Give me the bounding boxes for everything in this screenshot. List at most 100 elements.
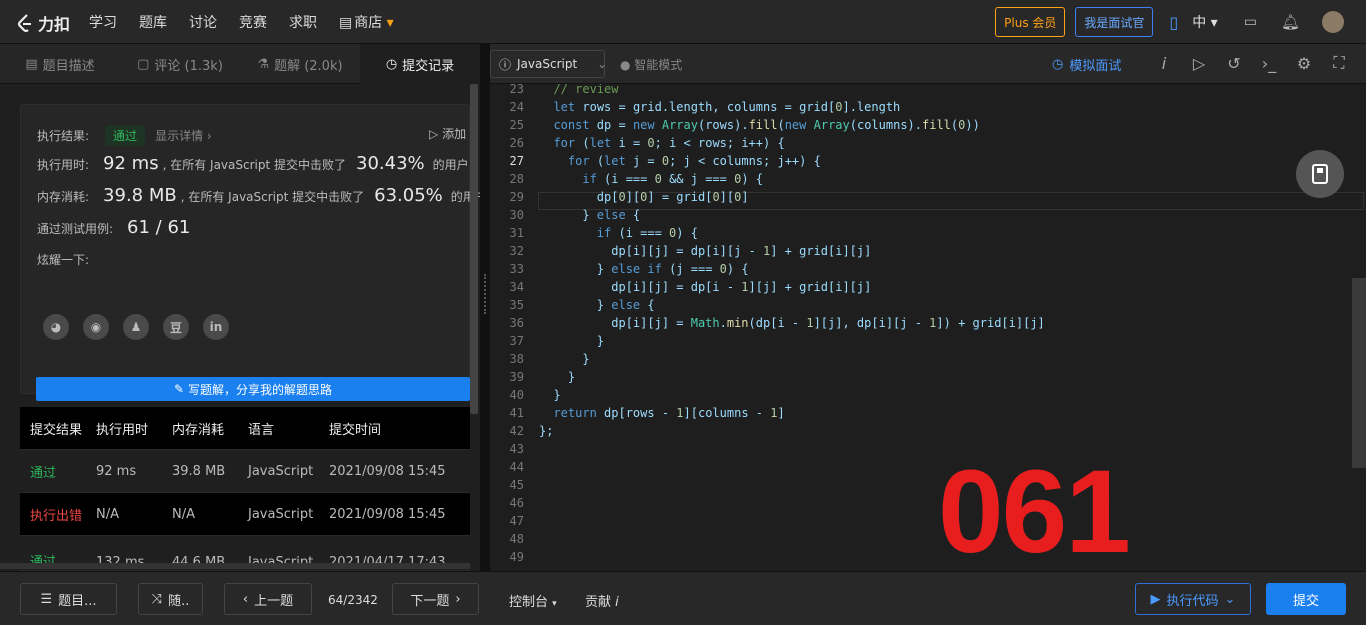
code-line[interactable]: 30 } else { <box>490 206 1366 224</box>
code-line[interactable]: 24 let rows = grid.length, columns = gri… <box>490 98 1366 116</box>
share-label: 炫耀一下: <box>37 253 90 267</box>
left-panel: ▤ 题目描述 ▢ 评论 (1.3k) ⚗ 题解 (2.0k) ◷ 提交记录 执行结果: … <box>0 44 487 571</box>
logo-text: 力扣 <box>38 15 71 34</box>
code-line[interactable]: 35 } else { <box>490 296 1366 314</box>
code-line[interactable]: 36 dp[i][j] = Math.min(dp[i - 1][j], dp[… <box>490 314 1366 332</box>
language-switch[interactable]: 中 ▾ <box>1192 12 1217 32</box>
smart-mode-toggle[interactable]: ● 智能模式 <box>620 56 682 73</box>
code-line[interactable]: 48 <box>490 530 1366 548</box>
overlay-number: 061 <box>938 446 1131 571</box>
code-line[interactable]: 49 <box>490 548 1366 566</box>
code-line[interactable]: 42}; <box>490 422 1366 440</box>
line-code: }; <box>539 424 554 438</box>
wechat-icon[interactable]: ◕ <box>43 314 69 340</box>
problem-list-label: 题目... <box>58 593 97 609</box>
run-code-button[interactable]: ▶ 执行代码 ⌄ <box>1135 583 1251 615</box>
code-line[interactable]: 29 dp[0][0] = grid[0][0] <box>490 188 1366 206</box>
run-test-icon[interactable]: ▷ <box>1191 54 1207 73</box>
code-line[interactable]: 43 <box>490 440 1366 458</box>
notification-bell-icon[interactable]: 🔔︎ <box>1281 13 1300 31</box>
shop-label: 商店 <box>354 15 383 31</box>
table-row[interactable]: 通过 92 ms 39.8 MB JavaScript 2021/09/08 1… <box>20 450 470 493</box>
tab-comments[interactable]: ▢ 评论 (1.3k) <box>120 44 240 84</box>
left-horizontal-scrollbar[interactable] <box>0 563 470 569</box>
code-line[interactable]: 23 // review <box>490 84 1366 98</box>
line-number: 45 <box>509 478 524 492</box>
panel-resize-handle[interactable] <box>480 44 490 571</box>
line-code: // review <box>539 84 619 96</box>
line-number: 41 <box>509 406 524 420</box>
table-row[interactable]: 执行出错 N/A N/A JavaScript 2021/09/08 15:45 <box>20 493 470 536</box>
show-details-link[interactable]: 显示详情 › <box>155 127 212 144</box>
tab-label: 题解 (2.0k) <box>274 58 343 74</box>
qq-icon[interactable]: ♟ <box>123 314 149 340</box>
douban-icon[interactable]: 豆 <box>163 314 189 340</box>
nav-discuss[interactable]: 讨论 <box>189 12 217 32</box>
code-line[interactable]: 38 } <box>490 350 1366 368</box>
code-line[interactable]: 25 const dp = new Array(rows).fill(new A… <box>490 116 1366 134</box>
console-toggle[interactable]: 控制台 ▾ <box>509 591 557 610</box>
editor-vertical-scrollbar[interactable] <box>1352 278 1366 468</box>
write-solution-button[interactable]: ✎ 写题解，分享我的解题思路 <box>36 377 470 401</box>
tab-solutions[interactable]: ⚗ 题解 (2.0k) <box>240 44 360 84</box>
code-line[interactable]: 26 for (let i = 0; i < rows; i++) { <box>490 134 1366 152</box>
linkedin-icon[interactable]: in <box>203 314 229 340</box>
terminal-icon[interactable]: ›_ <box>1261 54 1277 73</box>
code-line[interactable]: 28 if (i === 0 && j === 0) { <box>490 170 1366 188</box>
mock-interview-label: 模拟面试 <box>1069 59 1122 74</box>
mock-interview-button[interactable]: ◷ 模拟面试 <box>1052 55 1121 74</box>
code-line[interactable]: 47 <box>490 512 1366 530</box>
description-icon: ▤ <box>25 56 38 72</box>
nav-shop[interactable]: ▤ 商店 ▾ <box>339 12 394 32</box>
avatar[interactable] <box>1322 11 1344 33</box>
playground-icon[interactable]: ▭ <box>1244 14 1257 30</box>
weibo-icon[interactable]: ◉ <box>83 314 109 340</box>
line-number: 32 <box>509 244 524 258</box>
code-line[interactable]: 34 dp[i][j] = dp[i - 1][j] + grid[i][j] <box>490 278 1366 296</box>
left-vertical-scrollbar[interactable] <box>470 84 478 414</box>
code-line[interactable]: 45 <box>490 476 1366 494</box>
plus-button[interactable]: Plus 会员 <box>995 7 1066 37</box>
reset-icon[interactable]: ↺ <box>1226 54 1242 73</box>
top-nav: 力扣 学习 题库 讨论 竞赛 求职 ▤ 商店 ▾ Plus 会员 我是面试官 ▯ … <box>0 0 1366 44</box>
code-line[interactable]: 31 if (i === 0) { <box>490 224 1366 242</box>
problem-list-button[interactable]: ☰ 题目... <box>20 583 117 615</box>
mobile-icon[interactable]: ▯ <box>1169 13 1178 32</box>
random-button[interactable]: ⤨ 随.. <box>138 583 203 615</box>
language-select[interactable]: ⓘ JavaScript ⌄ <box>490 50 607 78</box>
add-button[interactable]: ▷ 添加 <box>429 125 466 142</box>
code-line[interactable]: 37 } <box>490 332 1366 350</box>
code-line[interactable]: 33 } else if (j === 0) { <box>490 260 1366 278</box>
code-line[interactable]: 40 } <box>490 386 1366 404</box>
info-italic-icon[interactable]: i <box>1156 54 1172 73</box>
row-status[interactable]: 执行出错 <box>20 505 96 524</box>
interviewer-button[interactable]: 我是面试官 <box>1075 7 1154 37</box>
code-line[interactable]: 44 <box>490 458 1366 476</box>
code-line[interactable]: 41 return dp[rows - 1][columns - 1] <box>490 404 1366 422</box>
nav-jobs[interactable]: 求职 <box>289 12 317 32</box>
code-line[interactable]: 39 } <box>490 368 1366 386</box>
logo[interactable]: 力扣 <box>16 11 70 35</box>
nav-problems[interactable]: 题库 <box>139 12 167 32</box>
prev-problem-button[interactable]: ‹ 上一题 <box>224 583 312 615</box>
nav-contest[interactable]: 竞赛 <box>239 12 267 32</box>
code-line[interactable]: 27 for (let j = 0; j < columns; j++) { <box>490 152 1366 170</box>
tab-description[interactable]: ▤ 题目描述 <box>0 44 120 84</box>
tab-submissions[interactable]: ◷ 提交记录 <box>360 44 480 84</box>
submit-button[interactable]: 提交 <box>1266 583 1346 615</box>
code-line[interactable]: 46 <box>490 494 1366 512</box>
line-code: dp[i][j] = dp[i][j - 1] + grid[i][j] <box>539 244 872 258</box>
code-editor[interactable]: 23 // review 24 let rows = grid.length, c… <box>490 84 1366 571</box>
notebook-button[interactable] <box>1296 150 1344 198</box>
fullscreen-icon[interactable]: ⛶ <box>1331 53 1347 72</box>
code-line[interactable]: 32 dp[i][j] = dp[i][j - 1] + grid[i][j] <box>490 242 1366 260</box>
memory-label: 内存消耗: <box>37 190 90 204</box>
line-number: 44 <box>509 460 524 474</box>
row-status[interactable]: 通过 <box>20 462 96 481</box>
next-problem-button[interactable]: 下一题 › <box>392 583 479 615</box>
contribute-link[interactable]: 贡献 i <box>585 591 619 610</box>
editor-toolbar: ⓘ JavaScript ⌄ ● 智能模式 ◷ 模拟面试 i ▷ ↺ ›_ ⚙ ⛶ <box>490 44 1366 84</box>
nav-learn[interactable]: 学习 <box>89 12 117 32</box>
settings-gear-icon[interactable]: ⚙ <box>1296 54 1312 73</box>
header-language: 语言 <box>248 422 275 438</box>
